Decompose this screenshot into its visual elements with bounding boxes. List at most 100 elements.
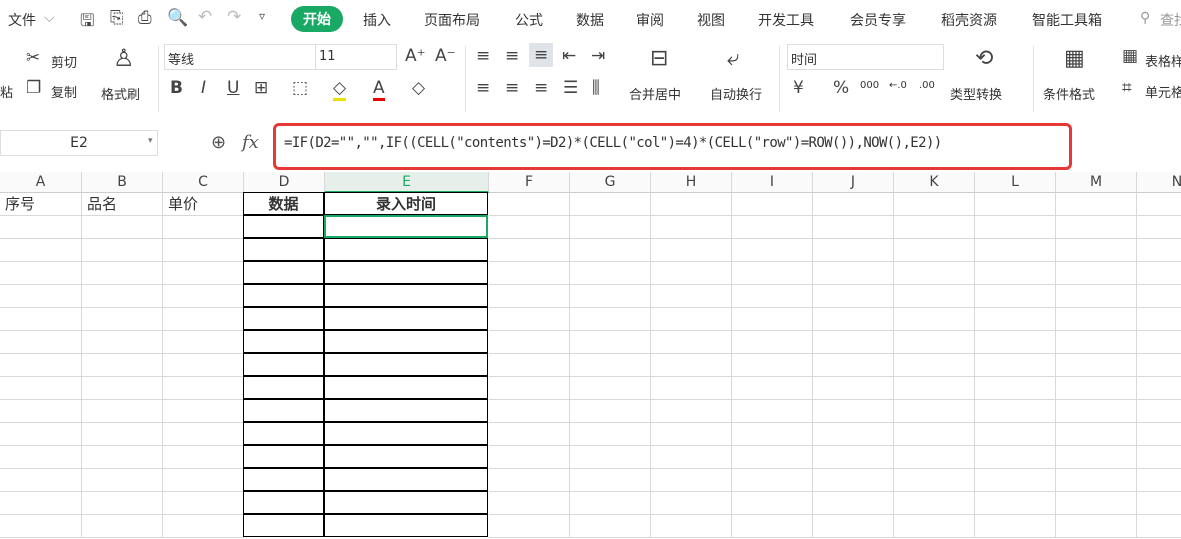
cell-K1[interactable] bbox=[894, 193, 975, 216]
cell-L7[interactable] bbox=[975, 331, 1056, 354]
cell-J6[interactable] bbox=[813, 308, 894, 331]
cell-K15[interactable] bbox=[894, 515, 975, 538]
cell-C13[interactable] bbox=[163, 469, 244, 492]
cell-N1[interactable] bbox=[1137, 193, 1181, 216]
currency-button[interactable]: ¥ bbox=[793, 78, 804, 98]
cell-A9[interactable] bbox=[0, 377, 82, 400]
paste-button[interactable]: 粘 bbox=[0, 82, 13, 101]
cell-F14[interactable] bbox=[489, 492, 570, 515]
cell-J7[interactable] bbox=[813, 331, 894, 354]
cell-C9[interactable] bbox=[163, 377, 244, 400]
cell-L5[interactable] bbox=[975, 285, 1056, 308]
column-header-F[interactable]: F bbox=[489, 172, 570, 193]
cell-H14[interactable] bbox=[651, 492, 732, 515]
cell-H10[interactable] bbox=[651, 400, 732, 423]
cell-style-icon[interactable]: ⬚ bbox=[292, 78, 308, 98]
cell-M1[interactable] bbox=[1056, 193, 1137, 216]
conditional-format-button[interactable]: 条件格式 bbox=[1043, 84, 1095, 103]
cell-B12[interactable] bbox=[82, 446, 163, 469]
cell-A6[interactable] bbox=[0, 308, 82, 331]
tab-data[interactable]: 数据 bbox=[576, 10, 604, 30]
cell-D8[interactable] bbox=[243, 353, 324, 376]
cell-B11[interactable] bbox=[82, 423, 163, 446]
cell-B5[interactable] bbox=[82, 285, 163, 308]
cell-H1[interactable] bbox=[651, 193, 732, 216]
cell-H7[interactable] bbox=[651, 331, 732, 354]
cell-M11[interactable] bbox=[1056, 423, 1137, 446]
cell-L10[interactable] bbox=[975, 400, 1056, 423]
tab-docer[interactable]: 稻壳资源 bbox=[941, 10, 997, 30]
cell-D14[interactable] bbox=[243, 491, 324, 514]
copy-button[interactable]: 复制 bbox=[51, 82, 77, 101]
cell-D6[interactable] bbox=[243, 307, 324, 330]
cell-C2[interactable] bbox=[163, 216, 244, 239]
tab-insert[interactable]: 插入 bbox=[363, 10, 391, 30]
align-middle-icon[interactable]: ≡ bbox=[505, 46, 519, 66]
font-color-icon[interactable]: A bbox=[373, 78, 385, 101]
cell-D5[interactable] bbox=[243, 284, 324, 307]
cell-J9[interactable] bbox=[813, 377, 894, 400]
cell-C12[interactable] bbox=[163, 446, 244, 469]
cell-B3[interactable] bbox=[82, 239, 163, 262]
increase-font-icon[interactable]: A⁺ bbox=[405, 46, 426, 66]
cell-G2[interactable] bbox=[570, 216, 651, 239]
cell-H6[interactable] bbox=[651, 308, 732, 331]
cell-B13[interactable] bbox=[82, 469, 163, 492]
cell-F7[interactable] bbox=[489, 331, 570, 354]
indent-increase-icon[interactable]: ⇥ bbox=[591, 46, 605, 66]
cell-F8[interactable] bbox=[489, 354, 570, 377]
cell-B7[interactable] bbox=[82, 331, 163, 354]
column-header-L[interactable]: L bbox=[975, 172, 1056, 193]
cell-K11[interactable] bbox=[894, 423, 975, 446]
cell-B14[interactable] bbox=[82, 492, 163, 515]
indent-decrease-icon[interactable]: ⇤ bbox=[562, 46, 576, 66]
cell-C1[interactable]: 单价 bbox=[163, 193, 244, 216]
cell-K8[interactable] bbox=[894, 354, 975, 377]
cell-M8[interactable] bbox=[1056, 354, 1137, 377]
cell-E2[interactable] bbox=[324, 215, 488, 238]
tab-start[interactable]: 开始 bbox=[291, 6, 343, 32]
cell-I10[interactable] bbox=[732, 400, 813, 423]
underline-icon[interactable]: U bbox=[227, 78, 239, 98]
column-header-J[interactable]: J bbox=[813, 172, 894, 193]
cell-G1[interactable] bbox=[570, 193, 651, 216]
cell-M4[interactable] bbox=[1056, 262, 1137, 285]
cell-L13[interactable] bbox=[975, 469, 1056, 492]
cell-A8[interactable] bbox=[0, 354, 82, 377]
cell-A13[interactable] bbox=[0, 469, 82, 492]
cell-M3[interactable] bbox=[1056, 239, 1137, 262]
export-icon[interactable]: ⎘ bbox=[110, 8, 124, 28]
cell-B8[interactable] bbox=[82, 354, 163, 377]
cell-E3[interactable] bbox=[324, 238, 488, 261]
thousands-button[interactable]: 000 bbox=[860, 80, 879, 91]
wrap-text-button[interactable]: 自动换行 bbox=[710, 84, 762, 103]
cell-L15[interactable] bbox=[975, 515, 1056, 538]
cell-D13[interactable] bbox=[243, 468, 324, 491]
cell-B6[interactable] bbox=[82, 308, 163, 331]
cell-F5[interactable] bbox=[489, 285, 570, 308]
cell-H12[interactable] bbox=[651, 446, 732, 469]
cell-L14[interactable] bbox=[975, 492, 1056, 515]
justify-icon[interactable]: ☰ bbox=[563, 78, 578, 98]
cell-A14[interactable] bbox=[0, 492, 82, 515]
file-menu[interactable]: 文件 bbox=[8, 10, 36, 30]
cell-J2[interactable] bbox=[813, 216, 894, 239]
cell-C6[interactable] bbox=[163, 308, 244, 331]
cell-N13[interactable] bbox=[1137, 469, 1181, 492]
distribute-icon[interactable]: ⫼ bbox=[592, 78, 600, 98]
cell-L2[interactable] bbox=[975, 216, 1056, 239]
cell-C14[interactable] bbox=[163, 492, 244, 515]
cell-A2[interactable] bbox=[0, 216, 82, 239]
cell-I9[interactable] bbox=[732, 377, 813, 400]
cell-C11[interactable] bbox=[163, 423, 244, 446]
cell-L1[interactable] bbox=[975, 193, 1056, 216]
tab-developer[interactable]: 开发工具 bbox=[758, 10, 814, 30]
cell-D10[interactable] bbox=[243, 399, 324, 422]
cell-M13[interactable] bbox=[1056, 469, 1137, 492]
tab-tools[interactable]: 智能工具箱 bbox=[1032, 10, 1102, 30]
align-left-icon[interactable]: ≡ bbox=[476, 78, 490, 98]
cell-K14[interactable] bbox=[894, 492, 975, 515]
italic-icon[interactable]: I bbox=[201, 78, 206, 98]
cell-A11[interactable] bbox=[0, 423, 82, 446]
cell-L6[interactable] bbox=[975, 308, 1056, 331]
